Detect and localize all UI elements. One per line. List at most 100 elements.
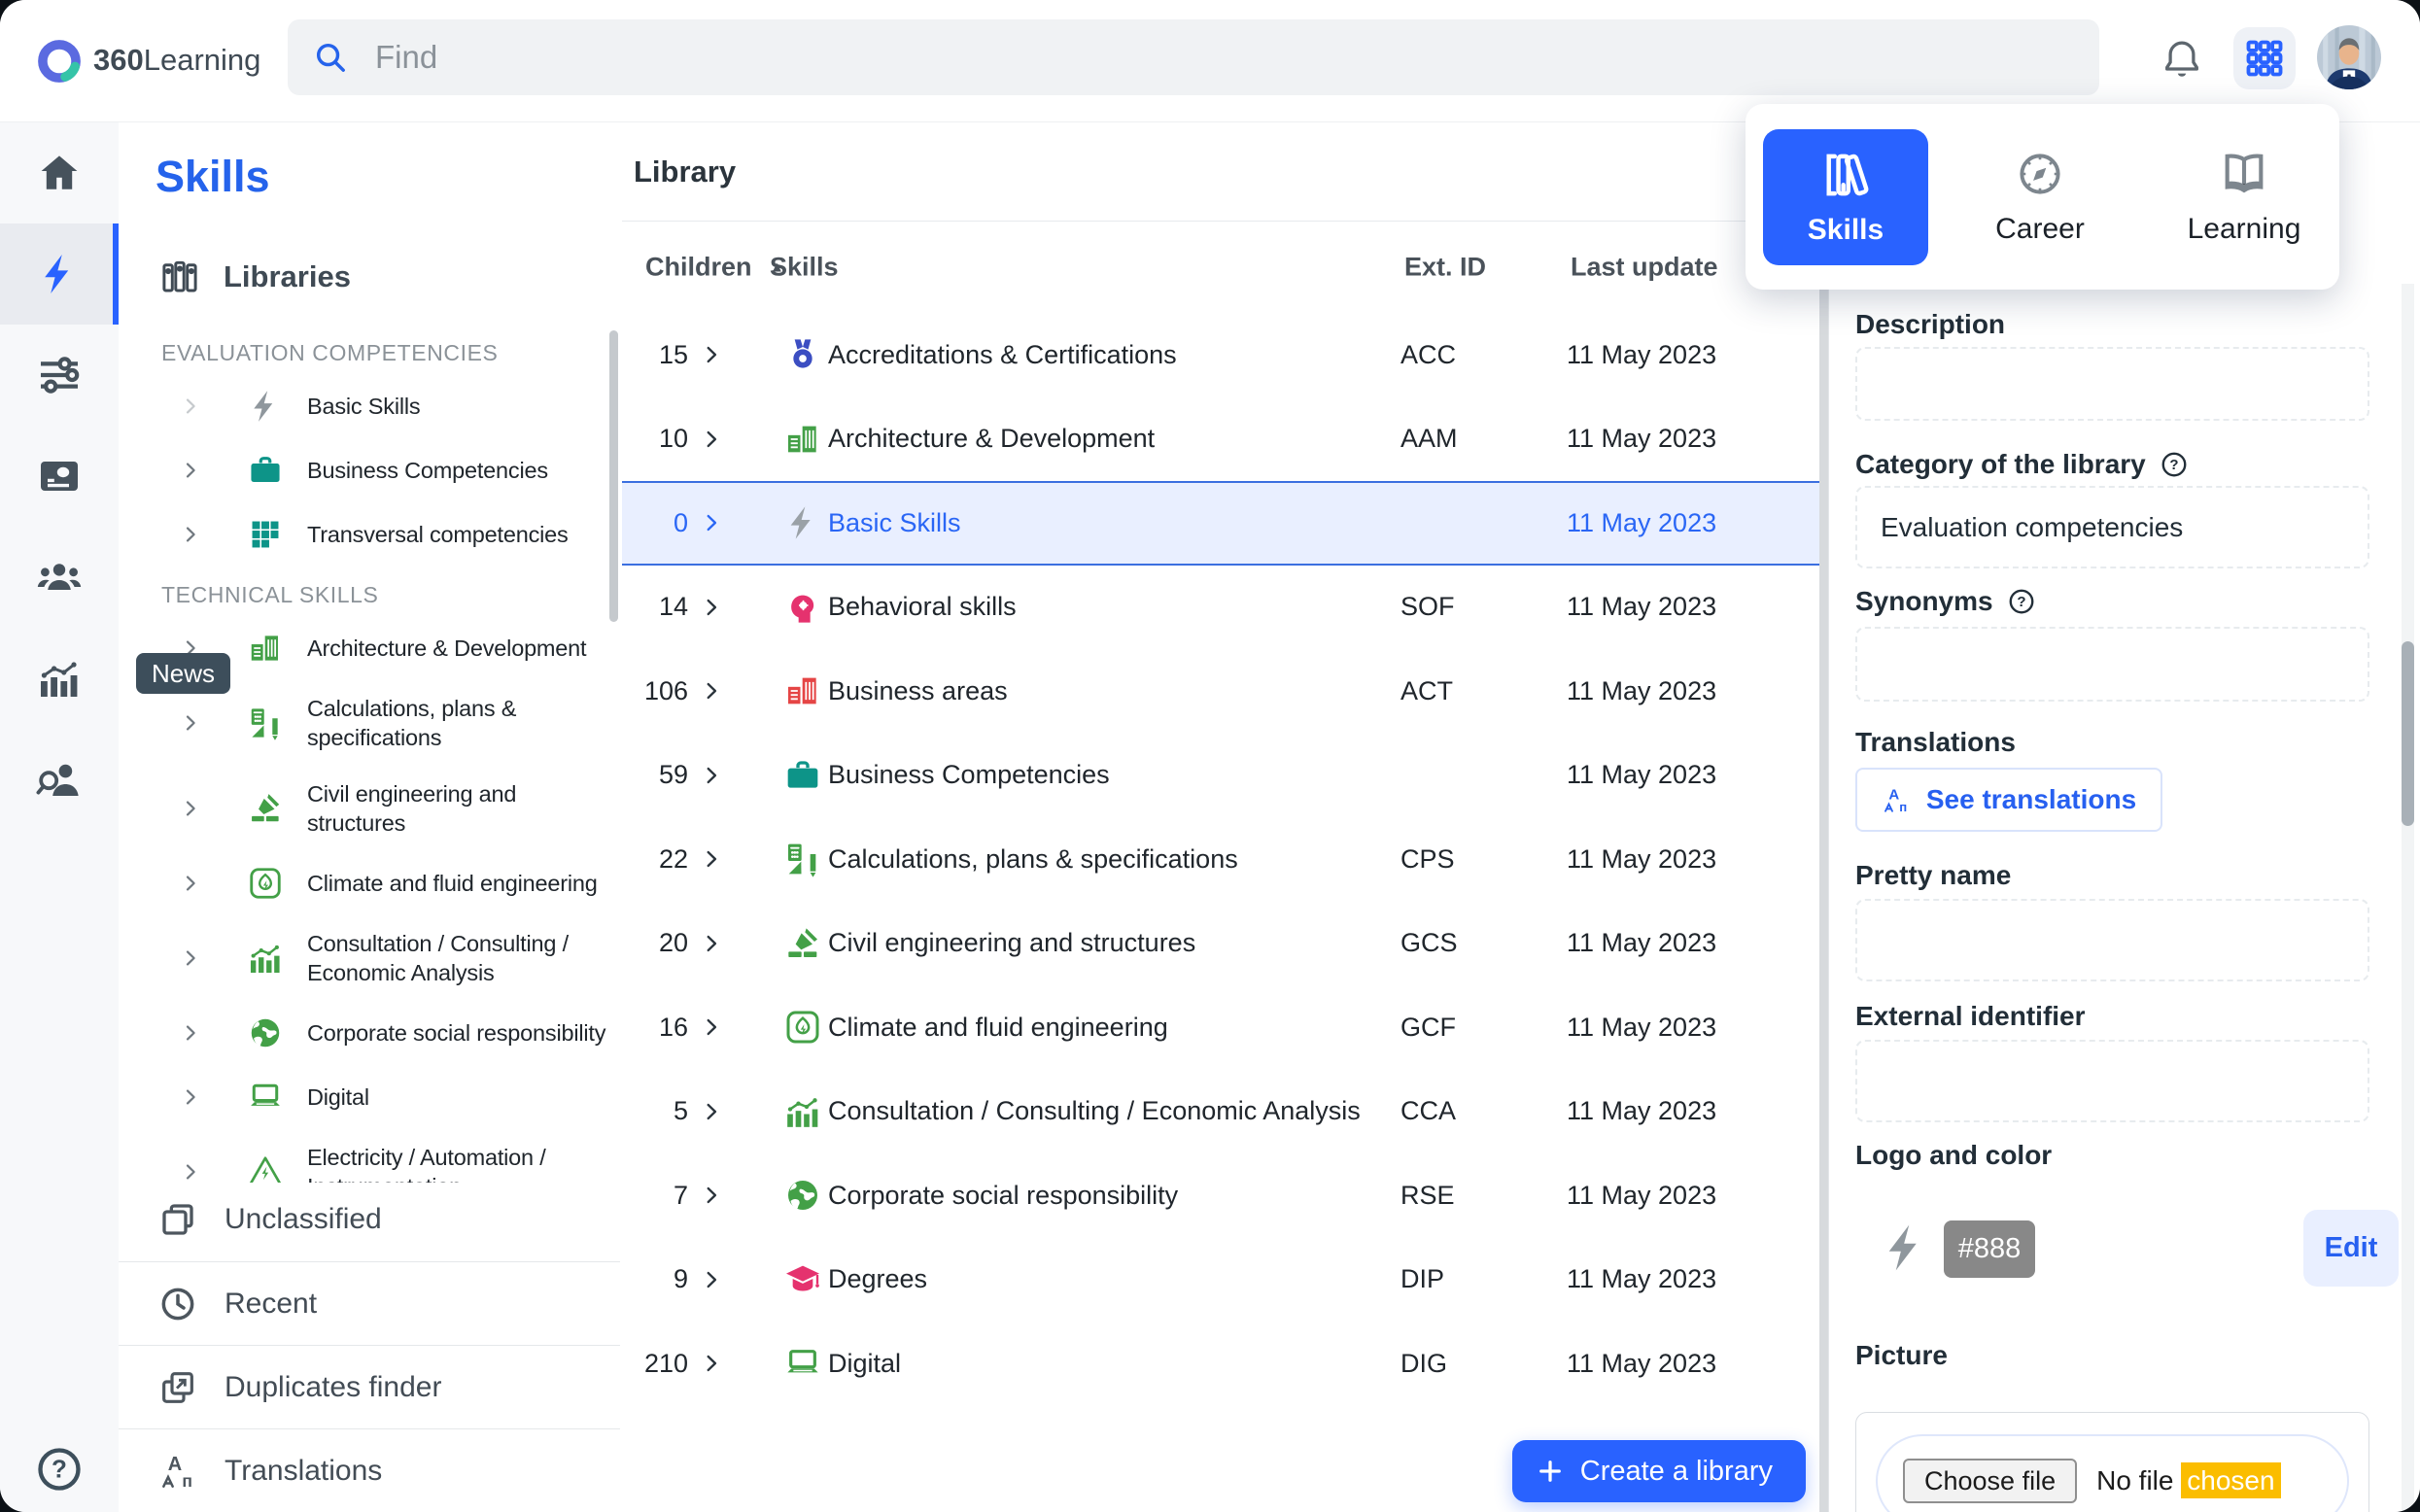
col-ext-id[interactable]: Ext. ID — [1404, 253, 1486, 283]
tree-item[interactable]: Transversal competencies — [119, 502, 620, 567]
nav-user-search-icon[interactable] — [0, 729, 119, 830]
chevron-right-icon[interactable] — [699, 510, 724, 535]
ext-id: GCS — [1400, 928, 1567, 958]
tree-item[interactable]: Civil engineering and structures — [119, 766, 620, 851]
choose-file-button[interactable]: Choose file — [1903, 1459, 2077, 1503]
table-row[interactable]: 16 Climate and fluid engineering GCF 11 … — [622, 985, 1819, 1070]
table-row[interactable]: 14 Behavioral skills SOF 11 May 2023 — [622, 566, 1819, 650]
children-count: 22 — [622, 844, 688, 875]
table-row[interactable]: 15 Accreditations & Certifications ACC 1… — [622, 313, 1819, 397]
chevron-right-icon[interactable] — [699, 595, 724, 620]
chevron-right-icon[interactable] — [699, 342, 724, 367]
tree-item[interactable]: Basic Skills — [119, 374, 620, 438]
tree-footer-item[interactable]: Aп Translations — [119, 1428, 620, 1512]
tree-item[interactable]: Digital — [119, 1065, 620, 1129]
nav-sliders-icon[interactable] — [0, 325, 119, 426]
chevron-right-icon[interactable] — [179, 795, 202, 822]
details-scrollbar-thumb[interactable] — [2402, 641, 2414, 826]
tree-item-label: Architecture & Development — [307, 634, 586, 663]
chevron-right-icon[interactable] — [179, 945, 202, 972]
popup-item-career[interactable]: Career — [1957, 129, 2123, 265]
notifications-bell-icon[interactable] — [2160, 37, 2204, 82]
chevron-right-icon[interactable] — [699, 427, 724, 452]
table-row[interactable]: 210 Digital DIG 11 May 2023 — [622, 1322, 1819, 1406]
last-update: 11 May 2023 — [1567, 508, 1819, 538]
table-row[interactable]: 7 Corporate social responsibility RSE 11… — [622, 1153, 1819, 1238]
tree-item[interactable]: Electricity / Automation / Instrumentati… — [119, 1129, 620, 1183]
create-library-button[interactable]: Create a library — [1512, 1440, 1806, 1502]
popup-item-skills[interactable]: Skills — [1763, 129, 1928, 265]
tree-scrollbar[interactable] — [609, 330, 618, 622]
table-row[interactable]: 9 Degrees DIP 11 May 2023 — [622, 1238, 1819, 1323]
skill-name: Corporate social responsibility — [828, 1181, 1400, 1211]
chevron-right-icon[interactable] — [179, 709, 202, 737]
children-count: 9 — [622, 1264, 688, 1294]
nav-stats-icon[interactable] — [0, 628, 119, 729]
table-row[interactable]: 20 Civil engineering and structures GCS … — [622, 902, 1819, 986]
chevron-right-icon[interactable] — [179, 1083, 202, 1111]
table-row[interactable]: 5 Consultation / Consulting / Economic A… — [622, 1070, 1819, 1154]
help-question-icon[interactable]: ? — [2007, 587, 2036, 616]
chevron-right-icon[interactable] — [699, 1014, 724, 1040]
popup-item-learning[interactable]: Learning — [2161, 129, 2327, 265]
color-value-badge: #888 — [1944, 1220, 2035, 1278]
tree-item[interactable]: Consultation / Consulting / Economic Ana… — [119, 915, 620, 1001]
synonyms-field[interactable] — [1855, 627, 2369, 702]
nav-home-icon[interactable] — [0, 122, 119, 223]
global-search — [288, 19, 2099, 95]
tree-item[interactable]: Corporate social responsibility — [119, 1001, 620, 1065]
children-count: 106 — [622, 676, 688, 706]
tree-item-label: Calculations, plans & specifications — [307, 694, 614, 752]
table-row[interactable]: 10 Architecture & Development AAM 11 May… — [622, 397, 1819, 482]
chevron-right-icon[interactable] — [699, 1351, 724, 1376]
libraries-header[interactable]: Libraries — [159, 257, 620, 297]
file-input[interactable]: Choose file No file chosen — [1876, 1434, 2349, 1512]
table-scrollbar[interactable] — [1819, 282, 1828, 1512]
table-row[interactable]: 59 Business Competencies 11 May 2023 — [622, 734, 1819, 818]
see-translations-button[interactable]: Aп See translations — [1855, 768, 2162, 832]
chevron-right-icon[interactable] — [699, 931, 724, 956]
chevron-right-icon[interactable] — [699, 1183, 724, 1208]
last-update: 11 May 2023 — [1567, 1181, 1819, 1211]
app-switcher-button[interactable] — [2233, 27, 2296, 89]
external-id-field[interactable] — [1855, 1040, 2369, 1122]
table-row[interactable]: 22 Calculations, plans & specifications … — [622, 817, 1819, 902]
chevron-right-icon[interactable] — [699, 678, 724, 704]
translations-label: Translations — [1855, 727, 2016, 758]
nav-people-icon[interactable] — [0, 527, 119, 628]
chevron-right-icon[interactable] — [179, 457, 202, 484]
col-last-update[interactable]: Last update — [1571, 253, 1718, 283]
chevron-right-icon[interactable] — [699, 1267, 724, 1292]
description-field[interactable] — [1855, 347, 2369, 421]
section-label: TECHNICAL SKILLS — [161, 582, 620, 608]
edit-logo-button[interactable]: Edit — [2303, 1210, 2399, 1287]
nav-id-card-icon[interactable] — [0, 426, 119, 527]
user-avatar[interactable] — [2317, 25, 2381, 89]
help-button[interactable]: ? — [0, 1444, 119, 1495]
calcplans-icon — [735, 840, 828, 878]
ext-id: SOF — [1400, 592, 1567, 622]
nav-bolt-icon[interactable] — [0, 223, 119, 325]
chevron-right-icon[interactable] — [179, 870, 202, 897]
search-input[interactable] — [373, 38, 2074, 77]
chevron-right-icon[interactable] — [179, 521, 202, 548]
details-scrollbar-track[interactable] — [2402, 284, 2414, 1512]
category-field[interactable]: Evaluation competencies — [1855, 486, 2369, 568]
pretty-name-field[interactable] — [1855, 899, 2369, 981]
tree-footer-item[interactable]: Duplicates finder — [119, 1345, 620, 1428]
children-count: 7 — [622, 1181, 688, 1211]
table-row[interactable]: 0 Basic Skills 11 May 2023 — [622, 481, 1819, 566]
chevron-right-icon[interactable] — [699, 846, 724, 872]
chevron-right-icon[interactable] — [699, 763, 724, 788]
tree-footer-item[interactable]: Recent — [119, 1261, 620, 1345]
tree-item[interactable]: Climate and fluid engineering — [119, 851, 620, 915]
tree-footer-item[interactable]: Unclassified — [119, 1178, 620, 1261]
help-question-icon[interactable]: ? — [2160, 450, 2189, 479]
chevron-right-icon[interactable] — [699, 1099, 724, 1124]
table-row[interactable]: 106 Business areas ACT 11 May 2023 — [622, 649, 1819, 734]
chevron-right-icon[interactable] — [179, 393, 202, 420]
chevron-right-icon[interactable] — [179, 1019, 202, 1047]
tree-item[interactable]: Business Competencies — [119, 438, 620, 502]
home-icon — [36, 150, 83, 196]
col-children[interactable]: Children — [645, 253, 752, 283]
